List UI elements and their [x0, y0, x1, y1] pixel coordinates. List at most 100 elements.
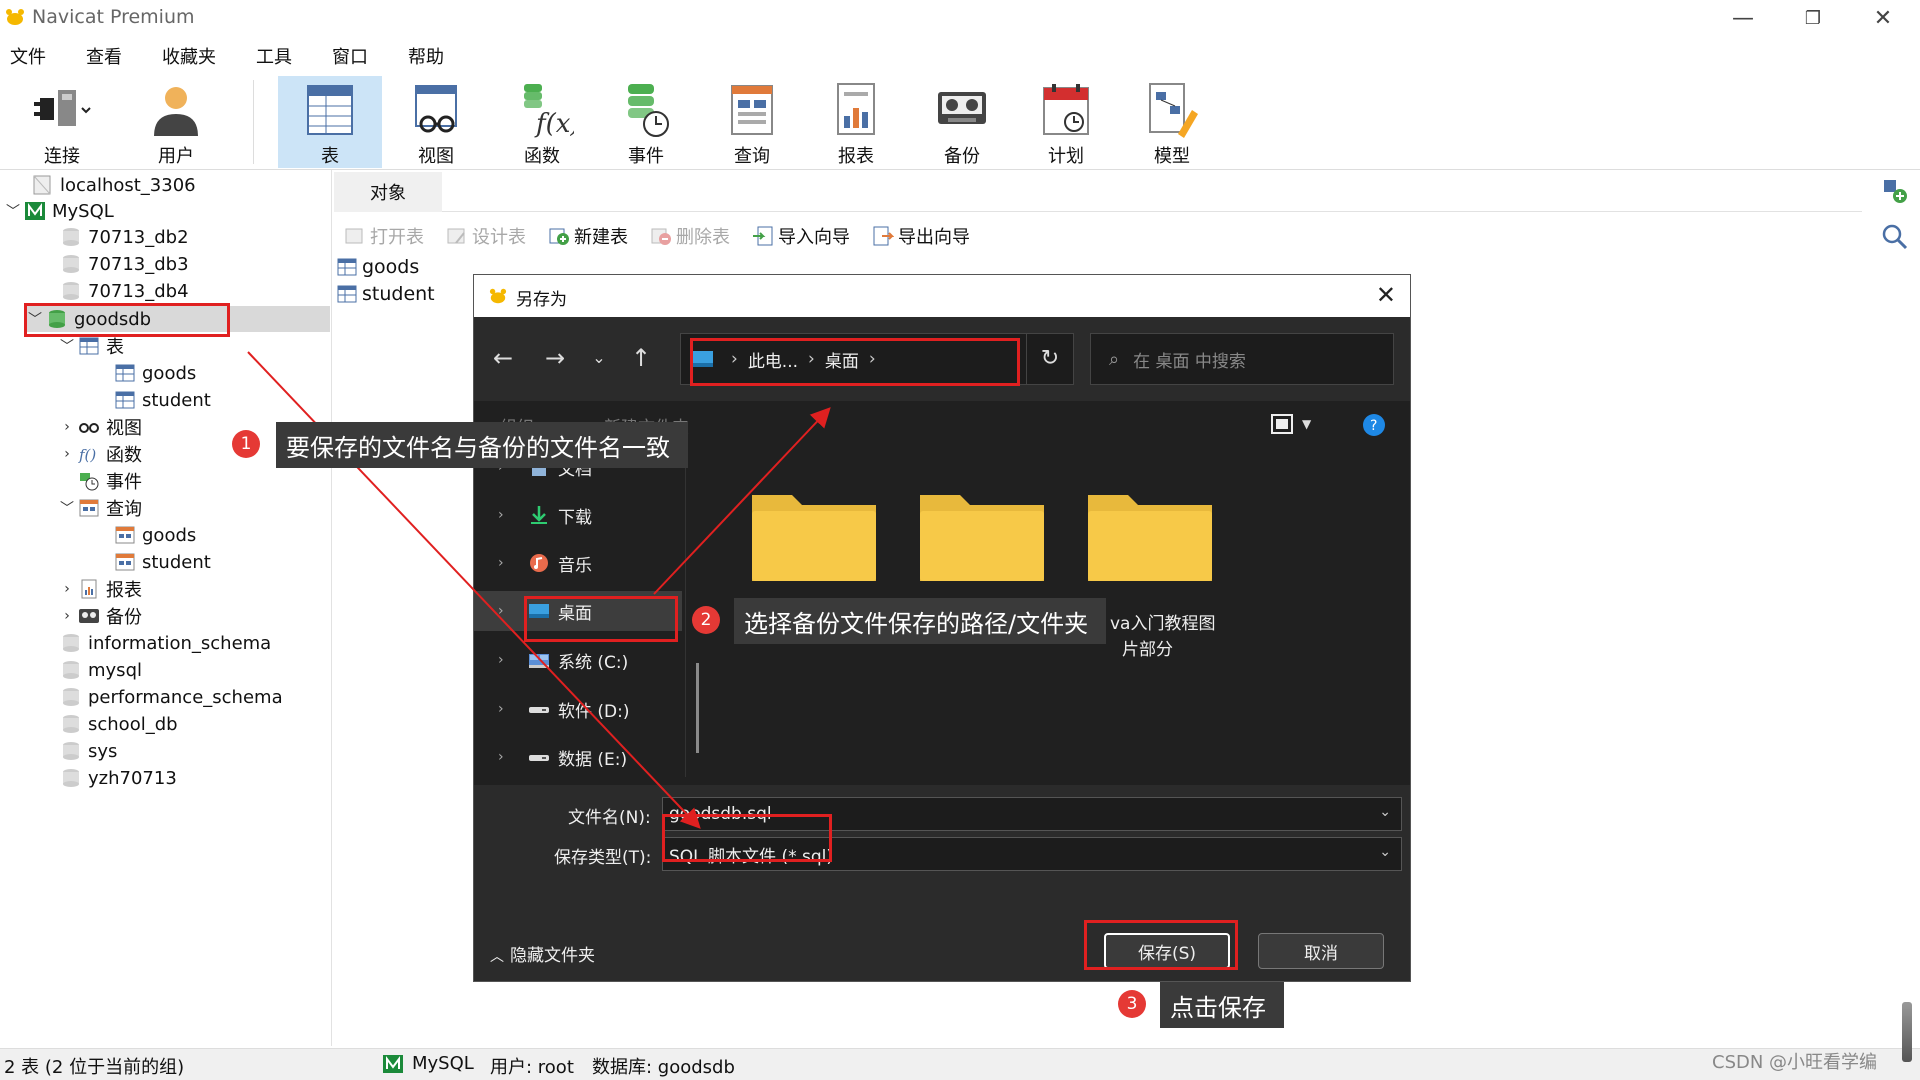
chevron-down-icon[interactable]: ﹀	[58, 336, 76, 356]
nav-music[interactable]: › 音乐	[474, 543, 682, 583]
open-table-button[interactable]: 打开表	[334, 223, 424, 249]
recent-locations-icon[interactable]: ⌄	[584, 343, 614, 373]
chevron-right-icon[interactable]: ›	[498, 652, 528, 668]
chevron-right-icon[interactable]: ›	[58, 581, 76, 597]
report-button[interactable]: 报表	[804, 76, 908, 168]
menu-help[interactable]: 帮助	[398, 43, 456, 69]
menu-view[interactable]: 查看	[76, 43, 134, 69]
object-item-goods[interactable]: goods	[336, 256, 419, 278]
chevron-down-icon[interactable]: ﹀	[58, 498, 76, 518]
cancel-button[interactable]: 取消	[1258, 933, 1384, 969]
folder-icon	[752, 495, 876, 581]
status-database: 数据库: goodsdb	[592, 1057, 735, 1078]
tab-objects[interactable]: 对象	[334, 172, 442, 212]
tree-connection-localhost[interactable]: localhost_3306	[30, 172, 196, 198]
tree-db-mysql[interactable]: mysql	[58, 657, 142, 683]
import-wizard-button[interactable]: 导入向导	[742, 223, 850, 249]
annotation-box-address	[690, 338, 1020, 386]
tree-folder-views[interactable]: › 视图	[58, 414, 142, 440]
connect-button[interactable]: 连接	[10, 76, 114, 168]
nav-drive-d[interactable]: › 软件 (D:)	[474, 689, 682, 729]
tree-folder-events[interactable]: 事件	[76, 468, 142, 494]
tree-table-student[interactable]: student	[112, 387, 211, 413]
chevron-right-icon[interactable]: ›	[498, 507, 528, 523]
tree-folder-backups[interactable]: › 备份	[58, 603, 142, 629]
search-icon: ⌕	[1109, 348, 1120, 370]
tree-server-mysql[interactable]: ﹀ MySQL	[4, 198, 114, 224]
chevron-down-icon[interactable]: ﹀	[4, 201, 22, 221]
tree-query-student[interactable]: student	[112, 549, 211, 575]
backup-button[interactable]: 备份	[910, 76, 1014, 168]
nav-drive-c[interactable]: › 系统 (C:)	[474, 640, 682, 680]
chevron-right-icon[interactable]: ›	[498, 555, 528, 571]
nav-drive-e[interactable]: › 数据 (E:)	[474, 737, 682, 777]
nav-pane-scrollbar[interactable]	[696, 663, 699, 753]
minimize-button[interactable]: —	[1708, 0, 1778, 36]
tree-db-performance-schema[interactable]: performance_schema	[58, 684, 283, 710]
menu-favorites[interactable]: 收藏夹	[152, 43, 228, 69]
chevron-right-icon[interactable]: ›	[498, 749, 528, 765]
chevron-right-icon[interactable]: ›	[58, 446, 76, 462]
mysql-server-icon	[383, 1055, 403, 1073]
event-button[interactable]: 事件	[594, 76, 698, 168]
tree-folder-queries[interactable]: ﹀ 查询	[58, 495, 142, 521]
export-wizard-button[interactable]: 导出向导	[862, 223, 970, 249]
new-table-button[interactable]: 新建表	[538, 223, 628, 249]
chevron-down-icon[interactable]: ⌄	[1379, 804, 1391, 820]
function-button[interactable]: f(x) 函数	[490, 76, 594, 168]
chevron-right-icon[interactable]: ›	[498, 701, 528, 717]
dialog-search-box[interactable]: ⌕ 在 桌面 中搜索	[1090, 333, 1394, 385]
tree-table-goods[interactable]: goods	[112, 360, 196, 386]
object-tab-bar	[442, 172, 1862, 212]
menu-file[interactable]: 文件	[0, 43, 58, 69]
scroll-handle[interactable]	[1902, 1002, 1912, 1062]
menu-tools[interactable]: 工具	[246, 43, 304, 69]
dialog-close-icon[interactable]: ✕	[1376, 281, 1396, 309]
view-button[interactable]: 视图	[384, 76, 488, 168]
table-button[interactable]: 表	[278, 76, 382, 168]
back-arrow-icon[interactable]: ←	[488, 343, 518, 373]
tree-folder-reports[interactable]: › 报表	[58, 576, 142, 602]
tree-db-school-db[interactable]: school_db	[58, 711, 178, 737]
model-button[interactable]: 模型	[1120, 76, 1224, 168]
tree-db-70713-db3[interactable]: 70713_db3	[58, 251, 189, 277]
tree-db-yzh70713[interactable]: yzh70713	[58, 765, 177, 791]
hide-folders-toggle[interactable]: ︿ 隐藏文件夹	[490, 941, 595, 966]
export-icon	[873, 226, 894, 246]
step-number-1: 1	[232, 430, 260, 458]
view-mode-icon[interactable]	[1270, 413, 1294, 435]
open-table-icon	[345, 228, 363, 244]
search-icon[interactable]	[1880, 222, 1910, 252]
query-button[interactable]: 查询	[700, 76, 804, 168]
object-item-student[interactable]: student	[336, 283, 435, 305]
add-connection-icon[interactable]	[1880, 176, 1910, 206]
chevron-down-icon[interactable]: ⌄	[1379, 844, 1391, 860]
view-dropdown-icon[interactable]: ▼	[1302, 417, 1311, 431]
delete-table-button[interactable]: 删除表	[640, 223, 730, 249]
user-button[interactable]: 用户	[124, 76, 228, 168]
tree-db-70713-db4[interactable]: 70713_db4	[58, 278, 189, 304]
tree-db-sys[interactable]: sys	[58, 738, 117, 764]
chevron-right-icon[interactable]: ›	[58, 608, 76, 624]
design-table-button[interactable]: 设计表	[436, 223, 526, 249]
folder-item[interactable]	[918, 485, 1046, 591]
tree-folder-functions[interactable]: › f() 函数	[58, 441, 142, 467]
up-arrow-icon[interactable]: ↑	[626, 343, 656, 373]
app-title: Navicat Premium	[32, 6, 195, 28]
nav-downloads[interactable]: › 下载	[474, 495, 682, 535]
folder-item[interactable]	[750, 485, 878, 591]
tree-db-information-schema[interactable]: information_schema	[58, 630, 271, 656]
restore-button[interactable]: ❐	[1778, 0, 1848, 36]
help-icon[interactable]: ?	[1362, 413, 1386, 437]
refresh-icon[interactable]: ↻	[1026, 333, 1074, 385]
forward-arrow-icon[interactable]: →	[540, 343, 570, 373]
tree-query-goods[interactable]: goods	[112, 522, 196, 548]
menu-window[interactable]: 窗口	[322, 43, 380, 69]
model-icon	[1149, 83, 1198, 138]
close-button[interactable]: ✕	[1848, 0, 1918, 36]
system-drive-icon	[529, 654, 549, 668]
chevron-right-icon[interactable]: ›	[58, 419, 76, 435]
tree-db-70713-db2[interactable]: 70713_db2	[58, 224, 189, 250]
schedule-button[interactable]: 计划	[1014, 76, 1118, 168]
folder-item[interactable]	[1086, 485, 1214, 591]
